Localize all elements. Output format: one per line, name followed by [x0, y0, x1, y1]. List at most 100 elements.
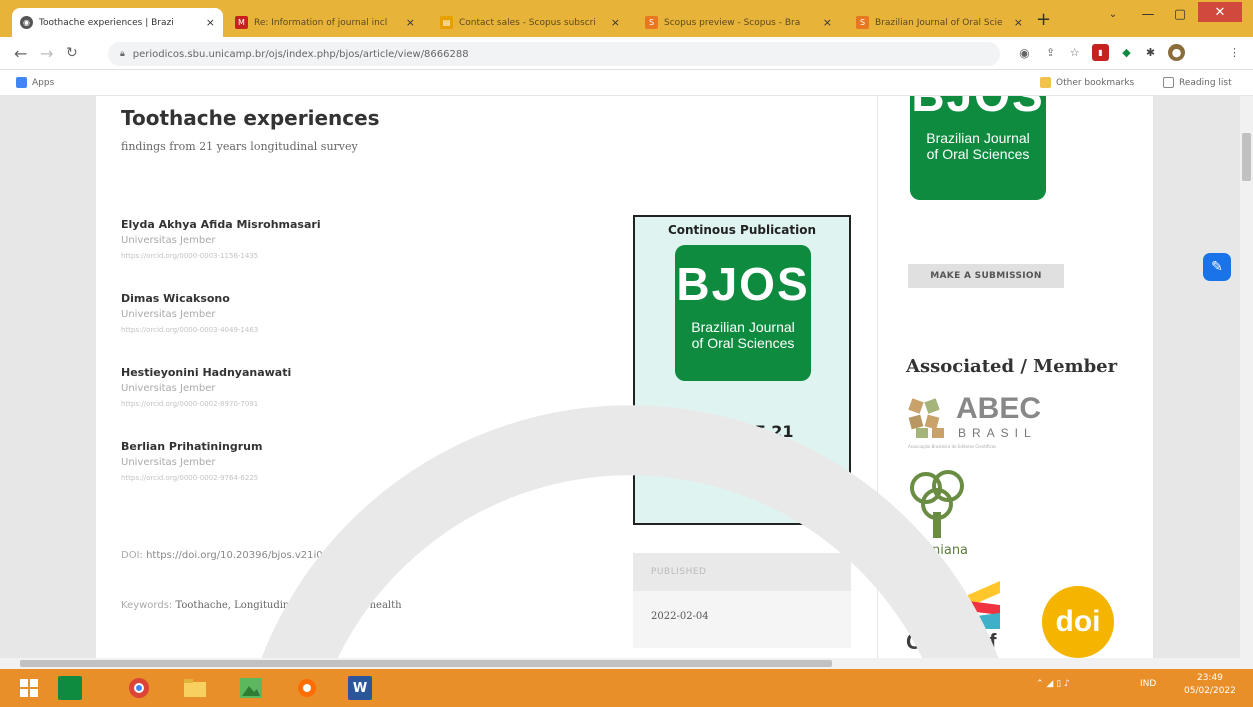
author-entry: Hestieyonini Hadnyanawati Universitas Je… — [121, 366, 291, 408]
scopus-icon: S — [856, 16, 869, 29]
author-orcid-link[interactable]: https://orcid.org/0000-0003-4049-1463 — [121, 326, 258, 334]
star-icon[interactable]: ☆ — [1066, 44, 1083, 61]
author-entry: Dimas Wicaksono Universitas Jember https… — [121, 292, 258, 334]
mail-icon: M — [235, 16, 248, 29]
photos-icon[interactable] — [236, 674, 266, 702]
article-main: Toothache experiences findings from 21 y… — [96, 96, 877, 658]
tab-scopus-preview[interactable]: S Scopus preview - Scopus - Bra × — [637, 8, 840, 37]
profile-avatar[interactable]: ● — [1168, 44, 1185, 61]
clock[interactable]: 23:49 05/02/2022 — [1184, 672, 1236, 698]
sidebar: BJOS Brazilian Journal of Oral Sciences … — [878, 96, 1153, 658]
cariniana-logo[interactable]: Cariniana — [906, 468, 976, 563]
window-close-button[interactable]: ✕ — [1198, 2, 1242, 22]
maximize-button[interactable]: ▢ — [1165, 0, 1195, 28]
tab-title: Toothache experiences | Brazi — [39, 17, 174, 28]
share-icon[interactable]: ⇪ — [1042, 44, 1059, 61]
reading-list-icon — [1163, 77, 1174, 88]
windows-start-button[interactable] — [14, 674, 44, 702]
author-entry: Berlian Prihatiningrum Universitas Jembe… — [121, 440, 262, 482]
cover-volume: VOLUME 21 — [690, 422, 794, 441]
abec-logo[interactable]: ABEC BRASIL Associação Brasileira de Edi… — [908, 392, 1048, 452]
author-orcid-link[interactable]: https://orcid.org/0000-0002-8970-7091 — [121, 400, 291, 408]
tab-email[interactable]: M Re: Information of journal incl × — [227, 8, 423, 37]
tab-bjos[interactable]: S Brazilian Journal of Oral Scie × — [848, 8, 1031, 37]
word-icon[interactable]: W — [348, 676, 372, 700]
new-tab-button[interactable]: + — [1036, 9, 1051, 30]
author-name: Elyda Akhya Afida Misrohmasari — [121, 218, 321, 231]
eye-icon[interactable]: ◉ — [1016, 44, 1033, 61]
doi-link[interactable]: https://doi.org/10.20396/bjos.v21i00.866… — [146, 550, 377, 561]
extension-icon[interactable]: ◆ — [1118, 44, 1135, 61]
windows-taskbar: W ⌃ ◢ ▯ ♪ IND 23:49 05/02/2022 — [0, 669, 1253, 707]
bjos-sidebar-logo[interactable]: BJOS Brazilian Journal of Oral Sciences — [910, 96, 1046, 200]
file-explorer-icon[interactable] — [180, 674, 210, 702]
bookmark-label: Apps — [32, 77, 55, 88]
chat-extension-button[interactable]: ✎ — [1203, 253, 1231, 281]
tab-search-icon[interactable]: ⌄ — [1100, 0, 1126, 28]
store-icon[interactable] — [58, 676, 82, 700]
horizontal-scrollbar[interactable] — [0, 658, 1253, 669]
tab-title: Contact sales - Scopus subscri — [459, 17, 596, 28]
app-icon[interactable] — [292, 674, 322, 702]
vertical-scrollbar[interactable] — [1240, 96, 1253, 658]
clock-time: 23:49 — [1196, 673, 1223, 683]
clock-date: 05/02/2022 — [1184, 686, 1236, 696]
logo-subtext: Brazilian Journal — [691, 319, 795, 335]
crossref-label: Crossref — [906, 629, 997, 654]
language-indicator[interactable]: IND — [1140, 679, 1156, 689]
make-submission-button[interactable]: MAKE A SUBMISSION — [908, 264, 1064, 288]
scopus-icon: S — [645, 16, 658, 29]
doi-logo[interactable]: doi — [1042, 586, 1114, 658]
reload-button[interactable]: ↻ — [66, 45, 78, 61]
scroll-thumb[interactable] — [20, 660, 832, 667]
back-button[interactable]: ← — [14, 44, 27, 63]
doi-line: DOI: https://doi.org/10.20396/bjos.v21i0… — [121, 550, 377, 561]
bookmark-apps[interactable]: Apps — [16, 77, 54, 88]
windows-icon — [20, 679, 38, 697]
crossref-logo[interactable]: Crossref — [906, 581, 1026, 656]
globe-icon: ◉ — [20, 16, 33, 29]
close-icon[interactable]: × — [823, 16, 832, 29]
bookmark-reading-list[interactable]: Reading list — [1163, 77, 1232, 88]
document-icon: ▤ — [440, 16, 453, 29]
close-icon[interactable]: × — [206, 16, 215, 29]
close-icon[interactable]: × — [611, 16, 620, 29]
associated-heading: Associated / Member — [906, 356, 1118, 377]
bjos-logo: BJOS Brazilian Journal of Oral Sciences — [675, 245, 811, 381]
author-name: Hestieyonini Hadnyanawati — [121, 366, 292, 379]
logo-subtext: of Oral Sciences — [691, 335, 795, 352]
bookmark-other[interactable]: Other bookmarks — [1040, 77, 1134, 88]
menu-icon[interactable]: ⋮ — [1226, 44, 1243, 61]
forward-button[interactable]: → — [40, 44, 53, 63]
page-viewport: Toothache experiences findings from 21 y… — [0, 96, 1240, 658]
keywords-value: Toothache, Longitudinal studies, Oral he… — [175, 600, 402, 611]
tab-toothache[interactable]: ◉ Toothache experiences | Brazi × — [12, 8, 223, 37]
address-bar[interactable]: 🔒︎ periodicos.sbu.unicamp.br/ojs/index.p… — [108, 42, 1000, 66]
chrome-icon[interactable] — [124, 674, 154, 702]
close-icon[interactable]: × — [1014, 16, 1023, 29]
puzzle-icon[interactable]: ✱ — [1142, 44, 1159, 61]
author-name: Berlian Prihatiningrum — [121, 440, 263, 453]
tray-icons[interactable]: ⌃ ◢ ▯ ♪ — [1036, 679, 1070, 689]
author-affiliation: Universitas Jember — [121, 457, 216, 468]
minimize-button[interactable]: — — [1133, 0, 1163, 28]
article-subtitle: findings from 21 years longitudinal surv… — [121, 140, 358, 153]
journal-cover[interactable]: Continous Publication BJOS Brazilian Jou… — [633, 215, 851, 525]
cariniana-label: Cariniana — [906, 543, 969, 558]
abec-country: BRASIL — [958, 426, 1037, 440]
pdf-extension-icon[interactable]: ▮ — [1092, 44, 1109, 61]
author-name: Dimas Wicaksono — [121, 292, 230, 305]
bookmark-label: Other bookmarks — [1056, 77, 1135, 88]
keywords-label: Keywords: — [121, 600, 173, 611]
abec-name: ABEC — [956, 392, 1042, 425]
tab-scopus-sales[interactable]: ▤ Contact sales - Scopus subscri × — [432, 8, 628, 37]
close-icon[interactable]: × — [406, 16, 415, 29]
author-orcid-link[interactable]: https://orcid.org/0000-0002-9764-6225 — [121, 474, 262, 482]
crossref-mark-icon — [968, 581, 1000, 629]
logo-subtext: of Oral Sciences — [926, 146, 1030, 163]
tab-strip: ◉ Toothache experiences | Brazi × M Re: … — [0, 0, 1253, 37]
scroll-thumb[interactable] — [1242, 133, 1251, 181]
author-orcid-link[interactable]: https://orcid.org/0000-0003-1156-1435 — [121, 252, 321, 260]
published-box: PUBLISHED 2022-02-04 — [633, 553, 851, 648]
url-text: periodicos.sbu.unicamp.br/ojs/index.php/… — [132, 48, 469, 60]
